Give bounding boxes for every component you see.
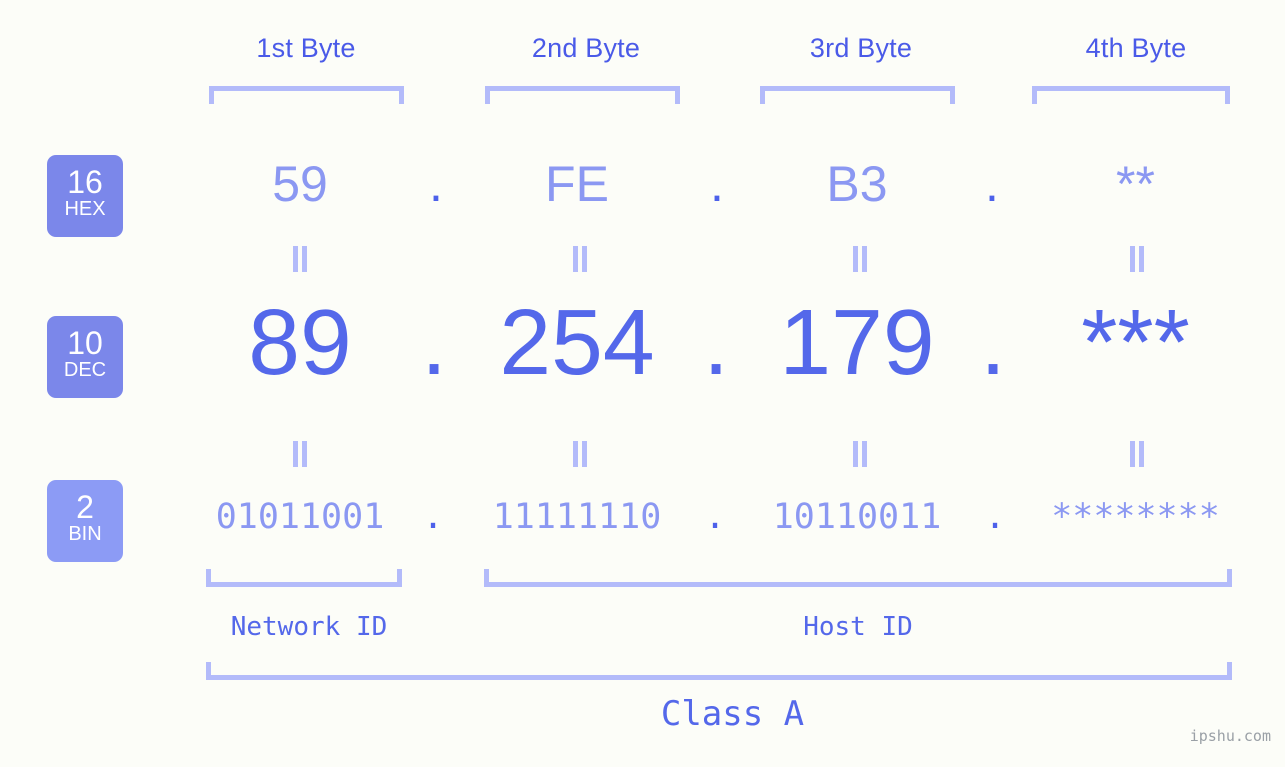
equals-icon-hex-dec-1 bbox=[289, 246, 311, 272]
byte-bracket-top-2 bbox=[485, 86, 680, 104]
base-badge-bin: 2 BIN bbox=[47, 480, 123, 562]
bin-separator-3: . bbox=[984, 497, 1006, 537]
bin-octet-3: 10110011 bbox=[772, 497, 942, 537]
base-badge-dec-number: 10 bbox=[67, 325, 103, 361]
host-id-label: Host ID bbox=[803, 612, 913, 642]
base-badge-bin-name: BIN bbox=[68, 523, 102, 545]
equals-icon-hex-dec-4 bbox=[1126, 246, 1148, 272]
class-label: Class A bbox=[660, 694, 805, 734]
network-id-label: Network ID bbox=[230, 612, 388, 642]
equals-icon-dec-bin-3 bbox=[849, 441, 871, 467]
hex-separator-2: . bbox=[710, 156, 724, 212]
byte-header-4: 4th Byte bbox=[1085, 33, 1187, 63]
bin-octet-2: 11111110 bbox=[492, 497, 662, 537]
equals-icon-dec-bin-1 bbox=[289, 441, 311, 467]
hex-separator-3: . bbox=[985, 156, 999, 212]
equals-icon-hex-dec-2 bbox=[569, 246, 591, 272]
byte-bracket-top-4 bbox=[1032, 86, 1230, 104]
bin-separator-1: . bbox=[422, 497, 444, 537]
equals-icon-dec-bin-4 bbox=[1126, 441, 1148, 467]
ip-breakdown-canvas: 1st Byte 2nd Byte 3rd Byte 4th Byte 16 H… bbox=[0, 0, 1285, 767]
equals-icon-hex-dec-3 bbox=[849, 246, 871, 272]
base-badge-dec: 10 DEC bbox=[47, 316, 123, 398]
watermark: ipshu.com bbox=[1189, 727, 1271, 745]
hex-octet-1: 59 bbox=[272, 156, 328, 212]
hex-octet-4: ** bbox=[1116, 156, 1155, 212]
byte-header-2: 2nd Byte bbox=[531, 33, 641, 63]
bin-octet-4: ******** bbox=[1051, 497, 1220, 537]
class-bracket bbox=[206, 662, 1232, 680]
byte-header-3: 3rd Byte bbox=[809, 33, 913, 63]
byte-header-1: 1st Byte bbox=[256, 33, 356, 63]
dec-octet-3: 179 bbox=[779, 290, 935, 394]
hex-separator-1: . bbox=[429, 156, 443, 212]
dec-separator-1: . bbox=[421, 290, 447, 394]
dec-octet-2: 254 bbox=[499, 290, 655, 394]
base-badge-dec-name: DEC bbox=[63, 359, 107, 381]
base-badge-hex-number: 16 bbox=[67, 164, 103, 200]
host-id-bracket bbox=[484, 569, 1232, 587]
byte-bracket-top-3 bbox=[760, 86, 955, 104]
hex-octet-2: FE bbox=[545, 156, 609, 212]
dec-octet-1: 89 bbox=[248, 290, 352, 394]
hex-octet-3: B3 bbox=[826, 156, 888, 212]
dec-separator-2: . bbox=[703, 290, 729, 394]
byte-bracket-top-1 bbox=[209, 86, 404, 104]
bin-octet-1: 01011001 bbox=[215, 497, 385, 537]
base-badge-hex: 16 HEX bbox=[47, 155, 123, 237]
base-badge-hex-name: HEX bbox=[64, 198, 106, 220]
base-badge-bin-number: 2 bbox=[76, 489, 94, 525]
bin-separator-2: . bbox=[704, 497, 726, 537]
equals-icon-dec-bin-2 bbox=[569, 441, 591, 467]
network-id-bracket bbox=[206, 569, 402, 587]
dec-octet-4: *** bbox=[1081, 290, 1190, 394]
